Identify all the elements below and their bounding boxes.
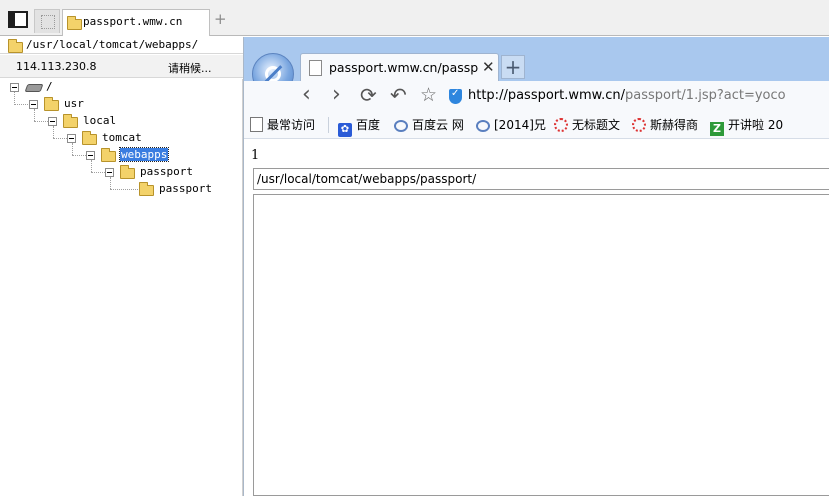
- paw-icon: ✿: [338, 123, 352, 137]
- file-content-textarea[interactable]: [253, 194, 829, 496]
- collapse-toggle[interactable]: [10, 83, 19, 92]
- loading-status: 请稍候...: [168, 62, 212, 75]
- collapse-toggle[interactable]: [105, 168, 114, 177]
- bookmark-2014[interactable]: [2014]兄: [476, 116, 546, 133]
- back-button[interactable]: ‹: [302, 84, 311, 106]
- new-tab-button[interactable]: +: [501, 55, 525, 79]
- bookmark-label: 百度云 网: [412, 118, 464, 132]
- collapse-toggle[interactable]: [67, 134, 76, 143]
- tab-passport-page[interactable]: passport.wmw.cn/passport ✕: [300, 53, 499, 81]
- current-path-bar: /usr/local/tomcat/webapps/: [0, 36, 243, 54]
- folder-icon: [67, 16, 82, 30]
- tree-item-root[interactable]: /: [46, 80, 53, 93]
- tab-label: passport.wmw.cn: [83, 15, 183, 28]
- add-tab-button[interactable]: +: [214, 12, 227, 27]
- bookmark-sihede[interactable]: 斯赫得商: [632, 116, 698, 133]
- blank-tab[interactable]: [34, 9, 60, 33]
- url-host: http://passport.wmw.cn/: [468, 88, 626, 103]
- tree-connector: [110, 177, 111, 189]
- navigation-row: ‹ › ⟳ ↶ ☆ http://passport.wmw.cn/passpor…: [244, 81, 829, 111]
- path-input[interactable]: /usr/local/tomcat/webapps/passport/: [253, 168, 829, 190]
- bookmarks-bar: 最常访问 ✿ 百度 百度云 网 [2014]兄 无标题文 斯赫得商 Z 开讲啦 20: [244, 111, 829, 139]
- collapse-toggle[interactable]: [48, 117, 57, 126]
- collapse-toggle[interactable]: [86, 151, 95, 160]
- bookmark-separator: [328, 117, 329, 133]
- bookmark-label: 斯赫得商: [650, 118, 699, 132]
- tree-item-usr[interactable]: usr: [64, 97, 84, 110]
- bookmark-label: 最常访问: [267, 118, 316, 132]
- bookmark-kaijiangla[interactable]: Z 开讲啦 20: [710, 116, 783, 136]
- panel-toggle-icon[interactable]: [8, 11, 28, 28]
- line-number: 1: [251, 148, 260, 163]
- bookmark-label: [2014]兄: [494, 118, 546, 132]
- folder-icon: [120, 165, 135, 179]
- z-icon: Z: [710, 122, 724, 136]
- directory-tree: / usr local tomcat webapps passport pass…: [0, 79, 243, 496]
- page-icon: [309, 60, 322, 76]
- tree-connector: [72, 143, 73, 155]
- bookmark-label: 开讲啦 20: [728, 118, 784, 132]
- bookmark-label: 百度: [356, 118, 381, 132]
- shield-icon: [449, 88, 462, 104]
- page-content: 1 /usr/local/tomcat/webapps/passport/: [244, 140, 829, 496]
- star-icon[interactable]: ☆: [420, 84, 437, 106]
- cloud-icon: [394, 120, 408, 132]
- folder-icon: [63, 114, 78, 128]
- tree-connector: [91, 160, 92, 172]
- close-tab-icon[interactable]: ✕: [482, 58, 495, 76]
- open-folder-icon: [101, 148, 116, 162]
- forward-button[interactable]: ›: [332, 84, 341, 106]
- blank-page-icon: [41, 15, 55, 29]
- bookmark-baidu-cloud[interactable]: 百度云 网: [394, 116, 464, 133]
- bookmark-label: 无标题文: [572, 118, 621, 132]
- bookmark-baidu[interactable]: ✿ 百度: [338, 116, 380, 137]
- tab-title: passport.wmw.cn/passport: [329, 60, 479, 75]
- folder-icon: [44, 97, 59, 111]
- current-path: /usr/local/tomcat/webapps/: [26, 38, 199, 51]
- tab-passport-site[interactable]: passport.wmw.cn: [62, 9, 210, 36]
- tree-connector: [53, 126, 54, 138]
- tree-item-passport-child[interactable]: passport: [159, 182, 212, 195]
- tree-item-local[interactable]: local: [83, 114, 116, 127]
- server-ip: 114.113.230.8: [16, 60, 97, 73]
- status-bar: 114.113.230.8 请稍候...: [0, 55, 243, 78]
- browser-toolbar: passport.wmw.cn/passport ✕ + ‹ › ⟳ ↶ ☆ h…: [244, 37, 829, 115]
- url-path: passport/1.jsp?act=yoco: [625, 88, 786, 103]
- bookmark-untitled[interactable]: 无标题文: [554, 116, 620, 133]
- page-icon: [250, 117, 263, 132]
- reload-button[interactable]: ⟳: [360, 84, 377, 106]
- tree-connector: [34, 109, 35, 121]
- embedded-browser: passport.wmw.cn/passport ✕ + ‹ › ⟳ ↶ ☆ h…: [243, 37, 829, 496]
- loading-icon: [632, 118, 646, 132]
- address-bar[interactable]: http://passport.wmw.cn/passport/1.jsp?ac…: [468, 88, 786, 103]
- folder-icon: [8, 39, 23, 53]
- outer-tab-bar: passport.wmw.cn +: [0, 0, 829, 36]
- undo-icon[interactable]: ↶: [390, 84, 407, 106]
- loading-icon: [554, 118, 568, 132]
- folder-icon: [139, 182, 154, 196]
- drive-icon: [24, 84, 44, 92]
- tree-connector: [14, 91, 15, 105]
- tree-item-passport[interactable]: passport: [140, 165, 193, 178]
- bookmark-most-visited[interactable]: 最常访问: [250, 116, 315, 133]
- tree-connector: [110, 189, 138, 190]
- collapse-toggle[interactable]: [29, 100, 38, 109]
- folder-icon: [82, 131, 97, 145]
- tree-item-webapps[interactable]: webapps: [118, 147, 170, 162]
- tree-item-tomcat[interactable]: tomcat: [102, 131, 142, 144]
- cloud-icon: [476, 120, 490, 132]
